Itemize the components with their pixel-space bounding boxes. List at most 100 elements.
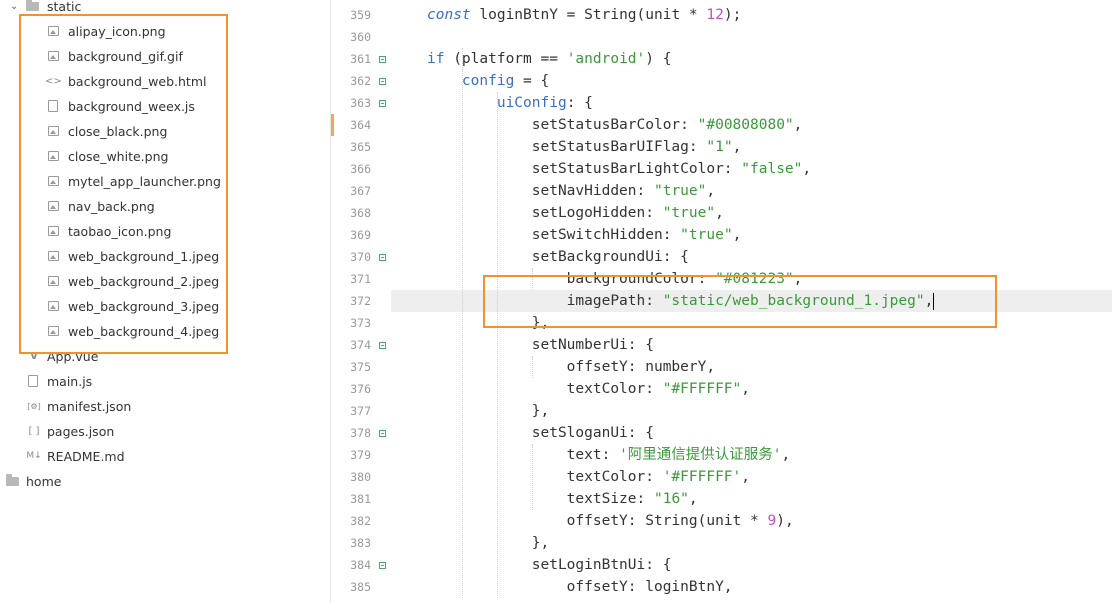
code-line[interactable]: offsetY: loginBtnY, — [427, 576, 733, 598]
code-token: = { — [514, 73, 550, 89]
code-line[interactable]: text: '阿里通信提供认证服务', — [427, 444, 791, 466]
code-token: , — [688, 491, 698, 507]
code-token: const — [427, 7, 471, 23]
code-editor[interactable]: 359 360 361 362 363 364 365 366 367 368 369 370 371 3… — [331, 0, 1112, 603]
code-line[interactable]: if (platform == 'android') { — [427, 48, 671, 70]
markdown-file-icon: M↓ — [26, 451, 42, 461]
code-line[interactable]: setStatusBarUIFlag: "1", — [427, 136, 742, 158]
code-token: "true" — [653, 183, 707, 199]
code-token: , — [706, 183, 716, 199]
code-line[interactable]: setNavHidden: "true", — [427, 180, 715, 202]
code-token: textColor: — [427, 469, 663, 485]
code-token: }, — [427, 535, 550, 551]
code-token: setStatusBarLightColor: — [427, 161, 742, 177]
line-number: 359 — [350, 8, 371, 22]
line-number: 361 — [350, 52, 371, 66]
line-number: 366 — [350, 162, 371, 176]
code-line[interactable]: offsetY: numberY, — [427, 356, 715, 378]
tree-file-item[interactable]: [⚙] manifest.json — [0, 394, 320, 419]
code-token: "true" — [680, 227, 733, 243]
code-token: config — [461, 73, 515, 89]
code-token: "16" — [653, 491, 689, 507]
tree-file-item[interactable]: M↓ README.md — [0, 444, 320, 469]
line-number: 374 — [350, 338, 371, 352]
code-token: setBackgroundUi: { — [427, 249, 689, 265]
code-line[interactable]: textColor: '#FFFFFF', — [427, 466, 750, 488]
code-line[interactable]: setLogoHidden: "true", — [427, 202, 724, 224]
sidebar-highlight-box — [19, 14, 228, 354]
file-label: main.js — [47, 374, 93, 389]
tree-file-item[interactable]: [ ] pages.json — [0, 419, 320, 444]
code-line[interactable]: }, — [427, 532, 549, 554]
js-file-icon — [28, 375, 38, 387]
tree-folder-home[interactable]: home — [0, 469, 320, 494]
code-token: offsetY: loginBtnY, — [427, 579, 733, 595]
code-token: '阿里通信提供认证服务' — [619, 447, 782, 463]
code-token: String — [645, 513, 698, 529]
code-line[interactable]: setLoginBtnUi: { — [427, 554, 672, 576]
code-token: , — [802, 161, 812, 177]
code-line[interactable]: }, — [427, 400, 549, 422]
chevron-down-icon[interactable]: ⌄ — [10, 0, 18, 19]
line-number: 384 — [350, 558, 371, 572]
code-token: "#00808080" — [697, 117, 794, 133]
fold-toggle-icon[interactable] — [379, 342, 386, 349]
line-number: 365 — [350, 140, 371, 154]
code-token: offsetY: — [427, 513, 646, 529]
code-token: text: — [427, 447, 620, 463]
code-token: ), — [776, 513, 794, 529]
code-line[interactable]: uiConfig: { — [427, 92, 593, 114]
folder-icon — [26, 0, 39, 11]
code-token: setSloganUi: { — [427, 425, 654, 441]
line-number: 385 — [350, 580, 371, 594]
code-token: "false" — [741, 161, 803, 177]
line-number: 379 — [350, 448, 371, 462]
code-line[interactable]: setStatusBarLightColor: "false", — [427, 158, 811, 180]
code-line[interactable]: setStatusBarColor: "#00808080", — [427, 114, 803, 136]
code-line[interactable]: setBackgroundUi: { — [427, 246, 689, 268]
line-number: 382 — [350, 514, 371, 528]
line-number: 360 — [350, 30, 371, 44]
fold-toggle-icon[interactable] — [379, 56, 386, 63]
code-token: textSize: — [427, 491, 654, 507]
code-token: ); — [723, 7, 742, 23]
code-token: , — [793, 117, 803, 133]
code-line[interactable]: config = { — [427, 70, 549, 92]
code-line[interactable]: textSize: "16", — [427, 488, 698, 510]
code-token: , — [715, 205, 724, 221]
folder-label: home — [26, 474, 62, 489]
json-file-icon: [ ] — [28, 426, 40, 437]
code-line[interactable]: const loginBtnY = String(unit * 12); — [427, 4, 741, 26]
fold-toggle-icon[interactable] — [379, 100, 386, 107]
line-number: 369 — [350, 228, 371, 242]
line-number: 372 — [350, 294, 371, 308]
tree-file-item[interactable]: main.js — [0, 369, 320, 394]
folder-icon — [6, 474, 19, 486]
line-number: 371 — [350, 272, 371, 286]
code-token: setSwitchHidden: — [427, 227, 681, 243]
code-line[interactable]: offsetY: String(unit * 9), — [427, 510, 794, 532]
code-token: 12 — [706, 7, 724, 23]
line-number: 364 — [350, 118, 371, 132]
file-label: README.md — [47, 449, 125, 464]
fold-toggle-icon[interactable] — [379, 562, 386, 569]
code-line[interactable]: setNumberUi: { — [427, 334, 654, 356]
code-token: }, — [427, 403, 550, 419]
code-line[interactable]: setSwitchHidden: "true", — [427, 224, 742, 246]
code-line[interactable]: setSloganUi: { — [427, 422, 654, 444]
code-token: "1" — [706, 139, 733, 155]
file-label: pages.json — [47, 424, 115, 439]
fold-toggle-icon[interactable] — [379, 254, 386, 261]
code-line[interactable]: textColor: "#FFFFFF", — [427, 378, 750, 400]
code-token: ) { — [645, 51, 672, 67]
fold-toggle-icon[interactable] — [379, 78, 386, 85]
file-explorer-sidebar: ⌄ static alipay_icon.png background_gif.g… — [0, 0, 331, 603]
code-token: : { — [566, 95, 593, 111]
code-token: (unit * — [636, 7, 707, 23]
code-token: "true" — [662, 205, 716, 221]
file-label: manifest.json — [47, 399, 132, 414]
code-token: setLogoHidden: — [427, 205, 663, 221]
fold-toggle-icon[interactable] — [379, 430, 386, 437]
